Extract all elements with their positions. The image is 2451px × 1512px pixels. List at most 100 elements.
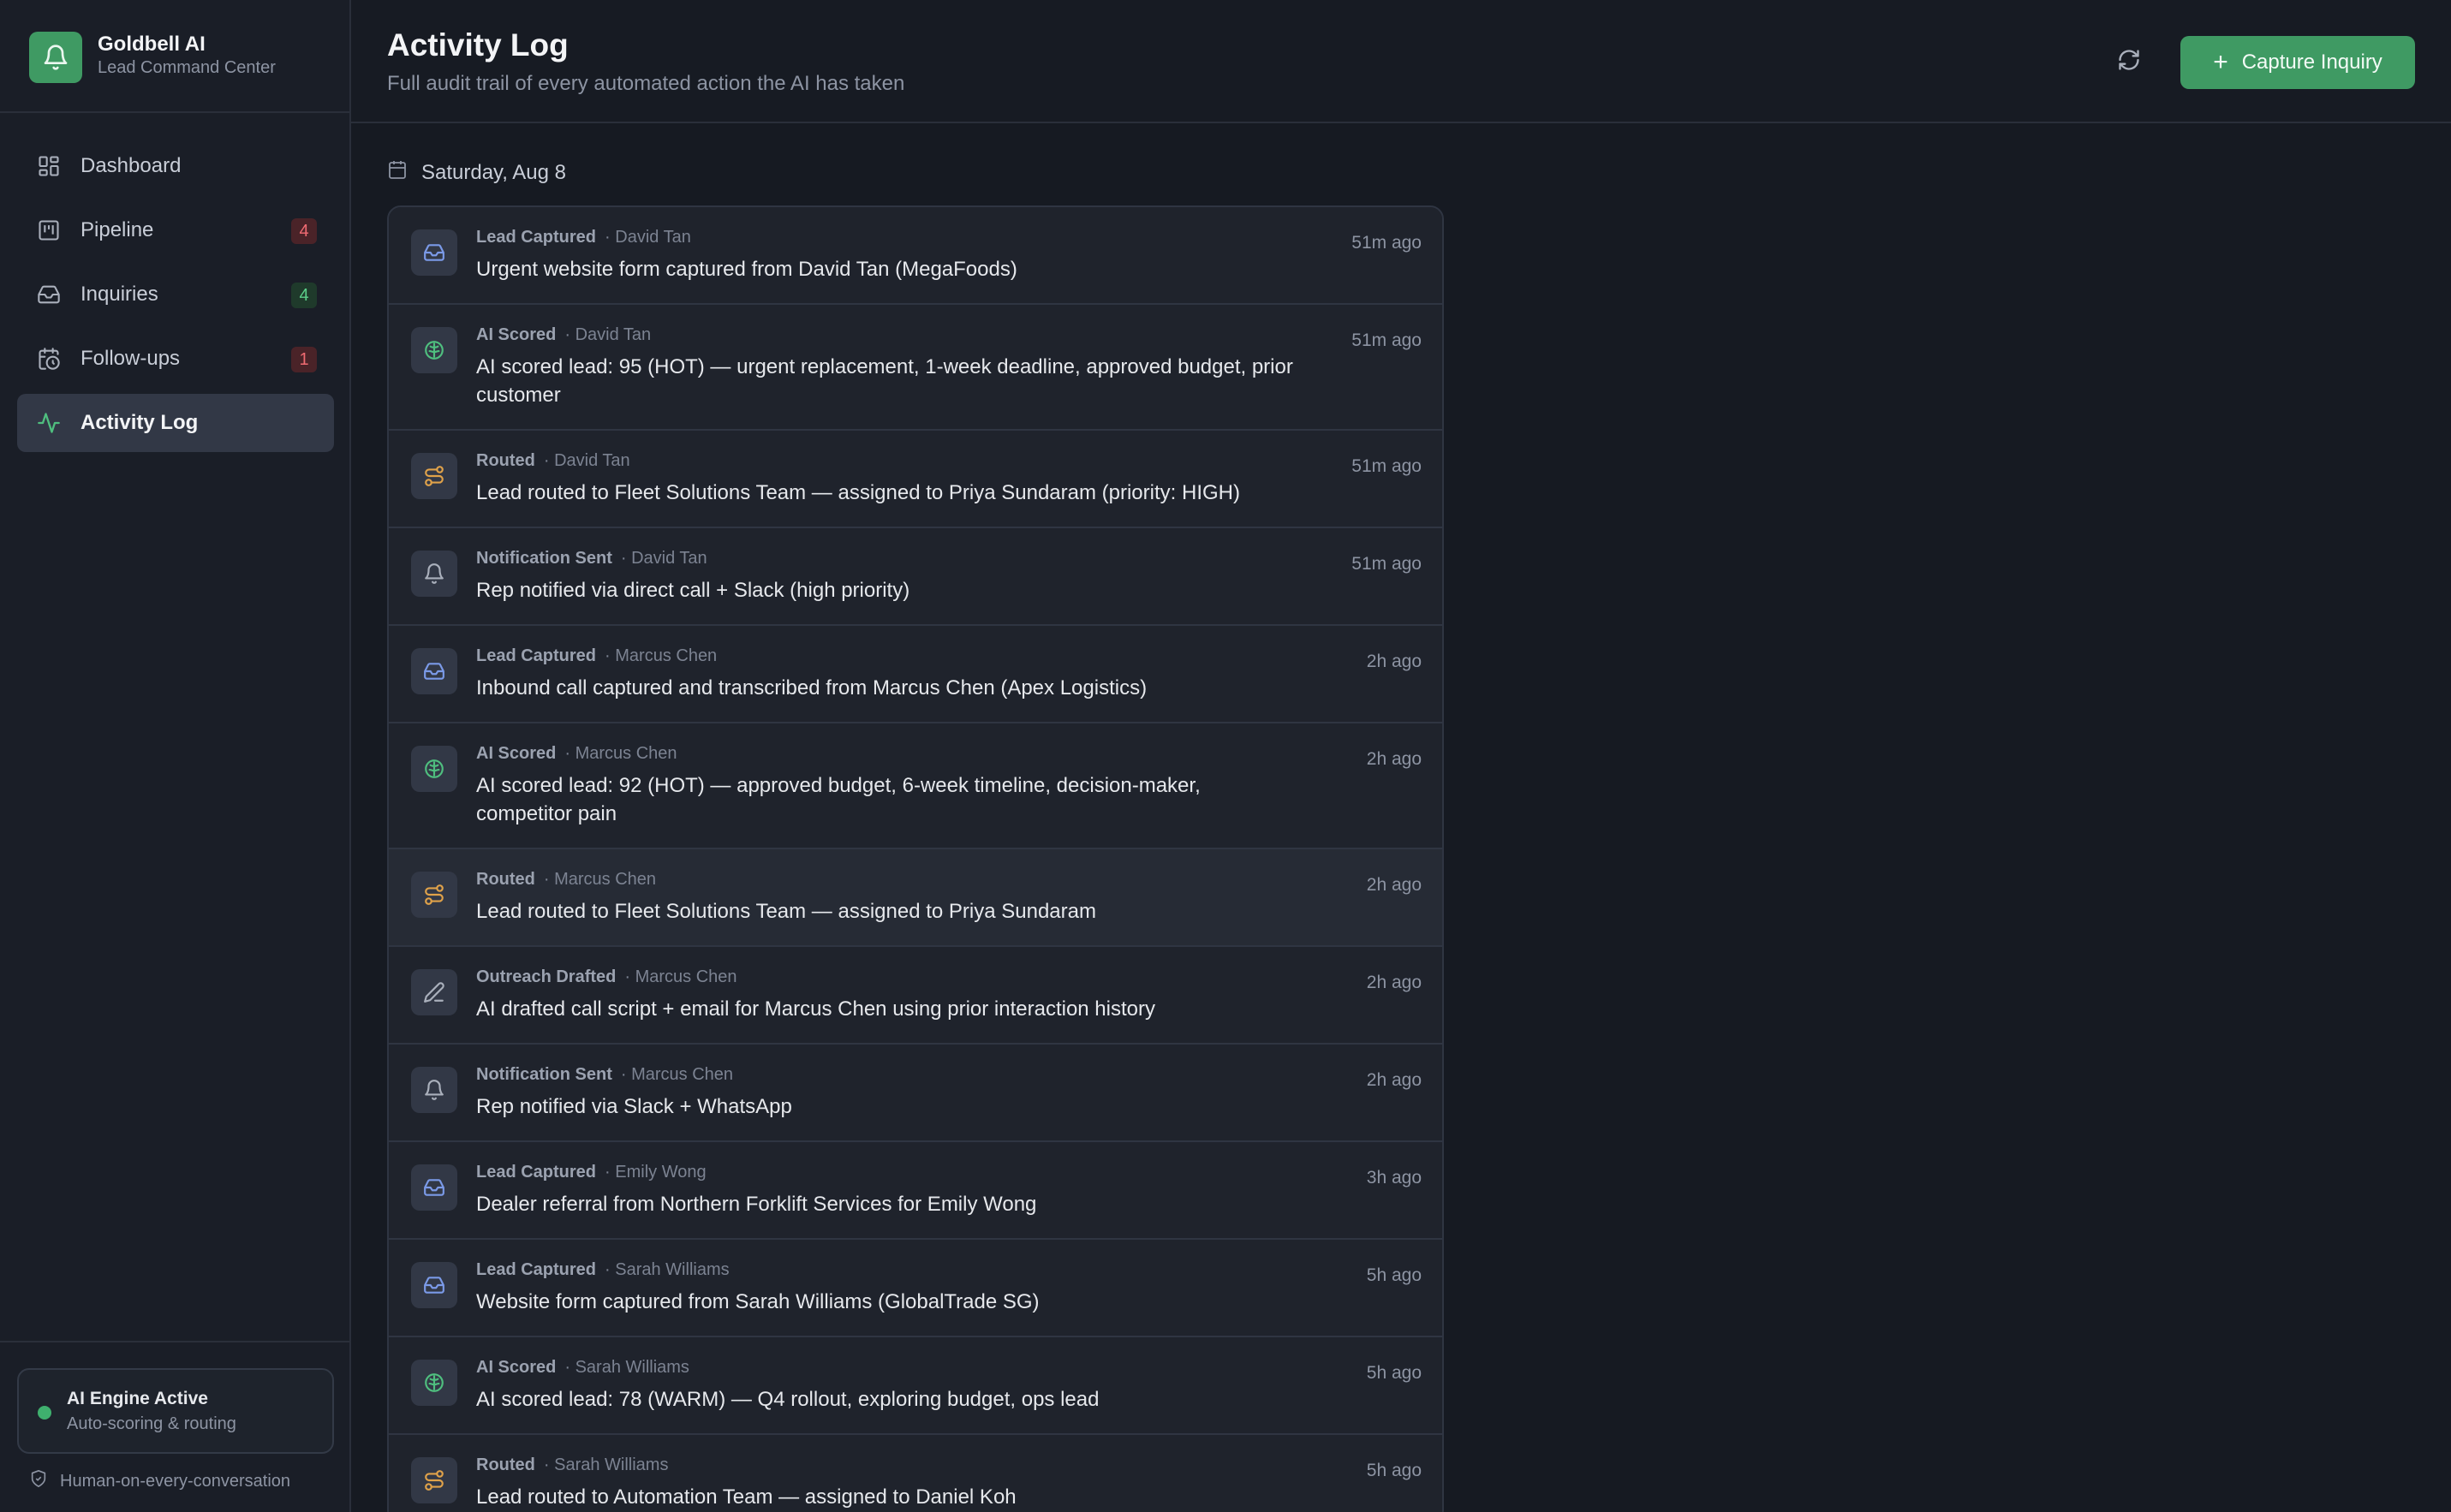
- entry-type: Routed: [476, 870, 535, 889]
- log-entry[interactable]: AI Scored · Sarah Williams AI scored lead…: [389, 1337, 1442, 1435]
- entry-text: AI scored lead: 78 (WARM) — Q4 rollout, …: [476, 1388, 1100, 1411]
- calendar-clock-icon: [36, 346, 62, 372]
- entry-time: 5h ago: [1366, 1363, 1422, 1383]
- entry-person: · Emily Wong: [605, 1163, 707, 1182]
- log-entry[interactable]: Routed · Marcus Chen Lead routed to Fleet…: [389, 849, 1442, 947]
- page-title: Activity Log: [387, 27, 569, 63]
- log-entry[interactable]: Lead Captured · Marcus Chen Inbound call …: [389, 626, 1442, 723]
- inbox-icon: [36, 282, 62, 307]
- date-heading: Saturday, Aug 8: [387, 159, 566, 186]
- pencil-icon: [411, 969, 457, 1015]
- route-icon: [411, 872, 457, 918]
- sidebar-item-pipeline[interactable]: Pipeline 4: [17, 201, 334, 259]
- sidebar-nav: Dashboard Pipeline 4 Inquiries 4 Follow-…: [17, 137, 334, 458]
- inbox-icon: [411, 1262, 457, 1308]
- brain-icon: [411, 746, 457, 792]
- entry-meta: Lead Captured · Sarah Williams: [476, 1260, 730, 1280]
- activity-icon: [36, 410, 62, 436]
- entry-meta: Lead Captured · David Tan: [476, 228, 691, 247]
- entry-person: · Marcus Chen: [543, 870, 657, 889]
- page-subtitle: Full audit trail of every automated acti…: [387, 72, 905, 95]
- entry-person: · Sarah Williams: [564, 1358, 689, 1377]
- app-subtitle: Lead Command Center: [98, 58, 276, 77]
- entry-type: Notification Sent: [476, 1065, 612, 1084]
- inbox-icon: [411, 229, 457, 276]
- bell-logo-icon: [29, 32, 82, 83]
- engine-subtitle: Auto-scoring & routing: [67, 1414, 236, 1433]
- entry-person: · David Tan: [620, 549, 707, 568]
- pipeline-icon: [36, 217, 62, 243]
- calendar-icon: [387, 159, 408, 186]
- activity-log-list: Lead Captured · David Tan Urgent website …: [387, 205, 1444, 1512]
- route-icon: [411, 1457, 457, 1503]
- entry-time: 51m ago: [1351, 330, 1422, 350]
- entry-time: 51m ago: [1351, 554, 1422, 574]
- entry-text: Rep notified via Slack + WhatsApp: [476, 1095, 792, 1118]
- log-entry[interactable]: Notification Sent · Marcus Chen Rep notif…: [389, 1045, 1442, 1142]
- entry-type: Lead Captured: [476, 1260, 597, 1279]
- log-entry[interactable]: Outreach Drafted · Marcus Chen AI drafted…: [389, 947, 1442, 1045]
- sidebar-item-inquiries[interactable]: Inquiries 4: [17, 265, 334, 324]
- entry-person: · David Tan: [605, 228, 691, 247]
- entry-meta: Routed · David Tan: [476, 451, 630, 471]
- inquiries-count-badge: 4: [291, 283, 317, 308]
- sidebar-item-dashboard[interactable]: Dashboard: [17, 137, 334, 195]
- app-name: Goldbell AI: [98, 33, 206, 56]
- entry-time: 3h ago: [1366, 1168, 1422, 1188]
- log-entry[interactable]: Routed · David Tan Lead routed to Fleet S…: [389, 431, 1442, 528]
- log-entry[interactable]: Routed · Sarah Williams Lead routed to Au…: [389, 1435, 1442, 1512]
- brain-icon: [411, 1360, 457, 1406]
- bell-icon: [411, 551, 457, 597]
- capture-inquiry-button[interactable]: + Capture Inquiry: [2180, 36, 2415, 89]
- entry-type: AI Scored: [476, 744, 557, 763]
- sidebar-item-label: Pipeline: [81, 218, 154, 241]
- entry-type: AI Scored: [476, 1358, 557, 1377]
- entry-time: 5h ago: [1366, 1265, 1422, 1285]
- pipeline-count-badge: 4: [291, 218, 317, 244]
- entry-meta: Outreach Drafted · Marcus Chen: [476, 967, 737, 987]
- route-icon: [411, 453, 457, 499]
- entry-type: Outreach Drafted: [476, 967, 617, 986]
- entry-text: Rep notified via direct call + Slack (hi…: [476, 579, 910, 602]
- entry-person: · Sarah Williams: [605, 1260, 730, 1279]
- entry-person: · Marcus Chen: [564, 744, 677, 763]
- brain-icon: [411, 327, 457, 373]
- entry-type: Routed: [476, 451, 535, 470]
- human-note: Human-on-every-conversation: [29, 1469, 290, 1493]
- entry-meta: Lead Captured · Marcus Chen: [476, 646, 717, 666]
- entry-text: Inbound call captured and transcribed fr…: [476, 676, 1148, 699]
- shield-icon: [29, 1469, 48, 1493]
- entry-text: AI scored lead: 92 (HOT) — approved budg…: [476, 774, 1201, 825]
- engine-title: AI Engine Active: [67, 1389, 208, 1408]
- log-entry[interactable]: Lead Captured · Emily Wong Dealer referra…: [389, 1142, 1442, 1240]
- entry-text: Urgent website form captured from David …: [476, 258, 1017, 281]
- entry-meta: AI Scored · Sarah Williams: [476, 1358, 689, 1378]
- entry-text: Dealer referral from Northern Forklift S…: [476, 1193, 1037, 1216]
- sidebar-item-label: Activity Log: [81, 411, 199, 434]
- log-entry[interactable]: AI Scored · Marcus Chen AI scored lead: 9…: [389, 723, 1442, 849]
- entry-time: 2h ago: [1366, 749, 1422, 769]
- human-note-text: Human-on-every-conversation: [60, 1471, 291, 1491]
- entry-type: Lead Captured: [476, 228, 597, 247]
- sidebar-item-label: Dashboard: [81, 154, 182, 177]
- entry-person: · David Tan: [564, 325, 652, 344]
- log-entry[interactable]: AI Scored · David Tan AI scored lead: 95 …: [389, 305, 1442, 431]
- ai-engine-status-card: AI Engine Active Auto-scoring & routing: [17, 1368, 334, 1454]
- entry-meta: Routed · Marcus Chen: [476, 870, 656, 890]
- log-entry[interactable]: Lead Captured · Sarah Williams Website fo…: [389, 1240, 1442, 1337]
- entry-time: 2h ago: [1366, 973, 1422, 992]
- entry-meta: Notification Sent · David Tan: [476, 549, 707, 568]
- log-entry[interactable]: Notification Sent · David Tan Rep notifie…: [389, 528, 1442, 626]
- entry-type: Lead Captured: [476, 1163, 597, 1182]
- entry-time: 51m ago: [1351, 233, 1422, 253]
- log-entry[interactable]: Lead Captured · David Tan Urgent website …: [389, 207, 1442, 305]
- entry-time: 51m ago: [1351, 456, 1422, 476]
- sidebar-item-activity-log[interactable]: Activity Log: [17, 394, 334, 452]
- entry-time: 2h ago: [1366, 652, 1422, 671]
- sidebar-item-follow-ups[interactable]: Follow-ups 1: [17, 330, 334, 388]
- entry-person: · David Tan: [543, 451, 630, 470]
- entry-meta: Lead Captured · Emily Wong: [476, 1163, 707, 1182]
- capture-inquiry-label: Capture Inquiry: [2241, 51, 2382, 74]
- dashboard-icon: [36, 153, 62, 179]
- refresh-icon[interactable]: [2115, 46, 2143, 74]
